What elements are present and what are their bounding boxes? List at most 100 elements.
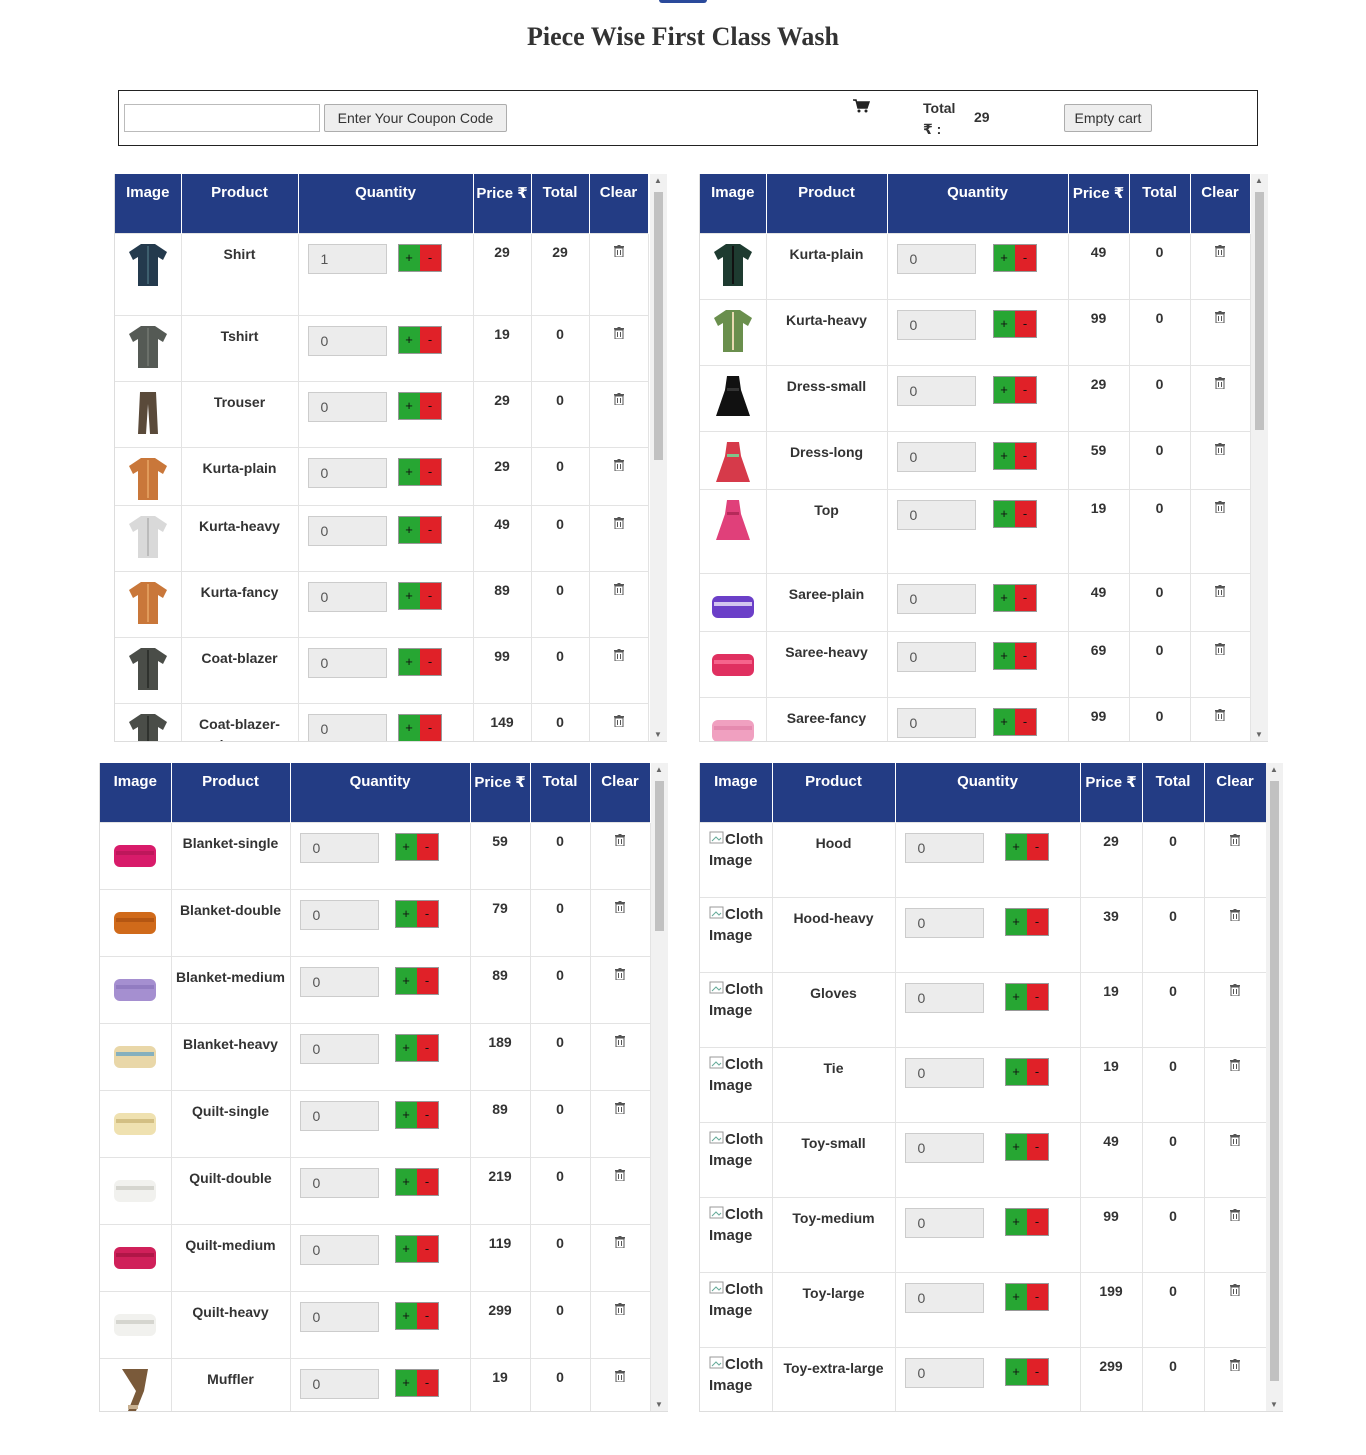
decrement-button[interactable]: - (1014, 500, 1036, 527)
increment-button[interactable]: + (993, 244, 1015, 271)
increment-button[interactable]: + (395, 1302, 417, 1329)
quantity-input[interactable]: 0 (307, 457, 387, 488)
increment-button[interactable]: + (1005, 1133, 1027, 1160)
increment-button[interactable]: + (1005, 1058, 1027, 1085)
increment-button[interactable]: + (398, 714, 420, 741)
panel-scrollbar[interactable]: ▲ ▼ (650, 174, 667, 741)
increment-button[interactable]: + (395, 1034, 417, 1061)
quantity-input[interactable]: 0 (904, 832, 984, 863)
decrement-button[interactable]: - (419, 582, 441, 609)
quantity-input[interactable]: 0 (904, 1282, 984, 1313)
decrement-button[interactable]: - (416, 833, 438, 860)
increment-button[interactable]: + (1005, 1358, 1027, 1385)
quantity-input[interactable]: 0 (307, 391, 387, 422)
clear-button[interactable] (1190, 430, 1251, 489)
clear-button[interactable] (1204, 821, 1267, 897)
quantity-input[interactable]: 0 (896, 441, 976, 472)
increment-button[interactable]: + (398, 516, 420, 543)
decrement-button[interactable]: - (1026, 1358, 1048, 1385)
decrement-button[interactable]: - (1014, 244, 1036, 271)
clear-button[interactable] (590, 1022, 651, 1090)
decrement-button[interactable]: - (419, 244, 441, 271)
increment-button[interactable]: + (1005, 908, 1027, 935)
decrement-button[interactable]: - (416, 1235, 438, 1262)
quantity-input[interactable]: 0 (896, 499, 976, 530)
panel-scrollbar[interactable]: ▲ ▼ (1251, 174, 1268, 741)
clear-button[interactable] (1204, 1271, 1267, 1347)
decrement-button[interactable]: - (416, 1168, 438, 1195)
decrement-button[interactable]: - (419, 516, 441, 543)
quantity-input[interactable]: 0 (904, 1357, 984, 1388)
decrement-button[interactable]: - (1026, 1133, 1048, 1160)
decrement-button[interactable]: - (1014, 708, 1036, 735)
decrement-button[interactable]: - (1026, 1283, 1048, 1310)
quantity-input[interactable]: 0 (896, 583, 976, 614)
clear-button[interactable] (590, 888, 651, 956)
clear-button[interactable] (1190, 696, 1251, 741)
increment-button[interactable]: + (398, 582, 420, 609)
increment-button[interactable]: + (398, 392, 420, 419)
quantity-input[interactable]: 0 (307, 515, 387, 546)
increment-button[interactable]: + (398, 458, 420, 485)
quantity-input[interactable]: 0 (299, 1234, 379, 1265)
scroll-up-arrow[interactable]: ▲ (1270, 765, 1278, 774)
decrement-button[interactable]: - (1026, 833, 1048, 860)
decrement-button[interactable]: - (1014, 642, 1036, 669)
quantity-input[interactable]: 0 (904, 907, 984, 938)
quantity-input[interactable]: 0 (299, 1033, 379, 1064)
decrement-button[interactable]: - (416, 1101, 438, 1128)
quantity-input[interactable]: 0 (896, 641, 976, 672)
increment-button[interactable]: + (395, 1369, 417, 1396)
clear-button[interactable] (590, 1156, 651, 1224)
clear-button[interactable] (589, 446, 649, 505)
quantity-input[interactable]: 0 (299, 1301, 379, 1332)
increment-button[interactable]: + (398, 648, 420, 675)
quantity-input[interactable]: 0 (307, 325, 387, 356)
apply-coupon-button[interactable]: Enter Your Coupon Code (324, 104, 507, 132)
increment-button[interactable]: + (993, 584, 1015, 611)
quantity-input[interactable]: 0 (896, 375, 976, 406)
clear-button[interactable] (590, 1089, 651, 1157)
increment-button[interactable]: + (993, 310, 1015, 337)
increment-button[interactable]: + (398, 326, 420, 353)
quantity-input[interactable]: 0 (307, 581, 387, 612)
clear-button[interactable] (589, 314, 649, 381)
scrollbar-thumb[interactable] (654, 192, 663, 460)
scroll-down-arrow[interactable]: ▼ (1270, 1400, 1278, 1409)
clear-button[interactable] (589, 380, 649, 447)
quantity-input[interactable]: 0 (904, 1132, 984, 1163)
decrement-button[interactable]: - (416, 967, 438, 994)
clear-button[interactable] (1190, 364, 1251, 431)
clear-button[interactable] (1190, 298, 1251, 365)
decrement-button[interactable]: - (416, 900, 438, 927)
decrement-button[interactable]: - (416, 1369, 438, 1396)
decrement-button[interactable]: - (416, 1302, 438, 1329)
clear-button[interactable] (589, 504, 649, 571)
scroll-down-arrow[interactable]: ▼ (654, 730, 662, 739)
clear-button[interactable] (590, 1357, 651, 1411)
clear-button[interactable] (1204, 1046, 1267, 1122)
quantity-input[interactable]: 0 (299, 1100, 379, 1131)
quantity-input[interactable]: 0 (299, 1368, 379, 1399)
quantity-input[interactable]: 0 (307, 647, 387, 678)
increment-button[interactable]: + (395, 1101, 417, 1128)
quantity-input[interactable]: 0 (904, 1207, 984, 1238)
decrement-button[interactable]: - (419, 392, 441, 419)
coupon-input[interactable] (124, 104, 320, 132)
decrement-button[interactable]: - (1026, 908, 1048, 935)
scroll-up-arrow[interactable]: ▲ (654, 176, 662, 185)
decrement-button[interactable]: - (1014, 442, 1036, 469)
clear-button[interactable] (1190, 488, 1251, 573)
decrement-button[interactable]: - (419, 326, 441, 353)
clear-button[interactable] (589, 636, 649, 703)
clear-button[interactable] (589, 570, 649, 637)
scrollbar-thumb[interactable] (1270, 781, 1279, 1381)
increment-button[interactable]: + (1005, 983, 1027, 1010)
increment-button[interactable]: + (395, 900, 417, 927)
quantity-input[interactable]: 0 (904, 1057, 984, 1088)
quantity-input[interactable]: 0 (299, 966, 379, 997)
clear-button[interactable] (1204, 971, 1267, 1047)
increment-button[interactable]: + (395, 1168, 417, 1195)
decrement-button[interactable]: - (1026, 983, 1048, 1010)
decrement-button[interactable]: - (1026, 1058, 1048, 1085)
